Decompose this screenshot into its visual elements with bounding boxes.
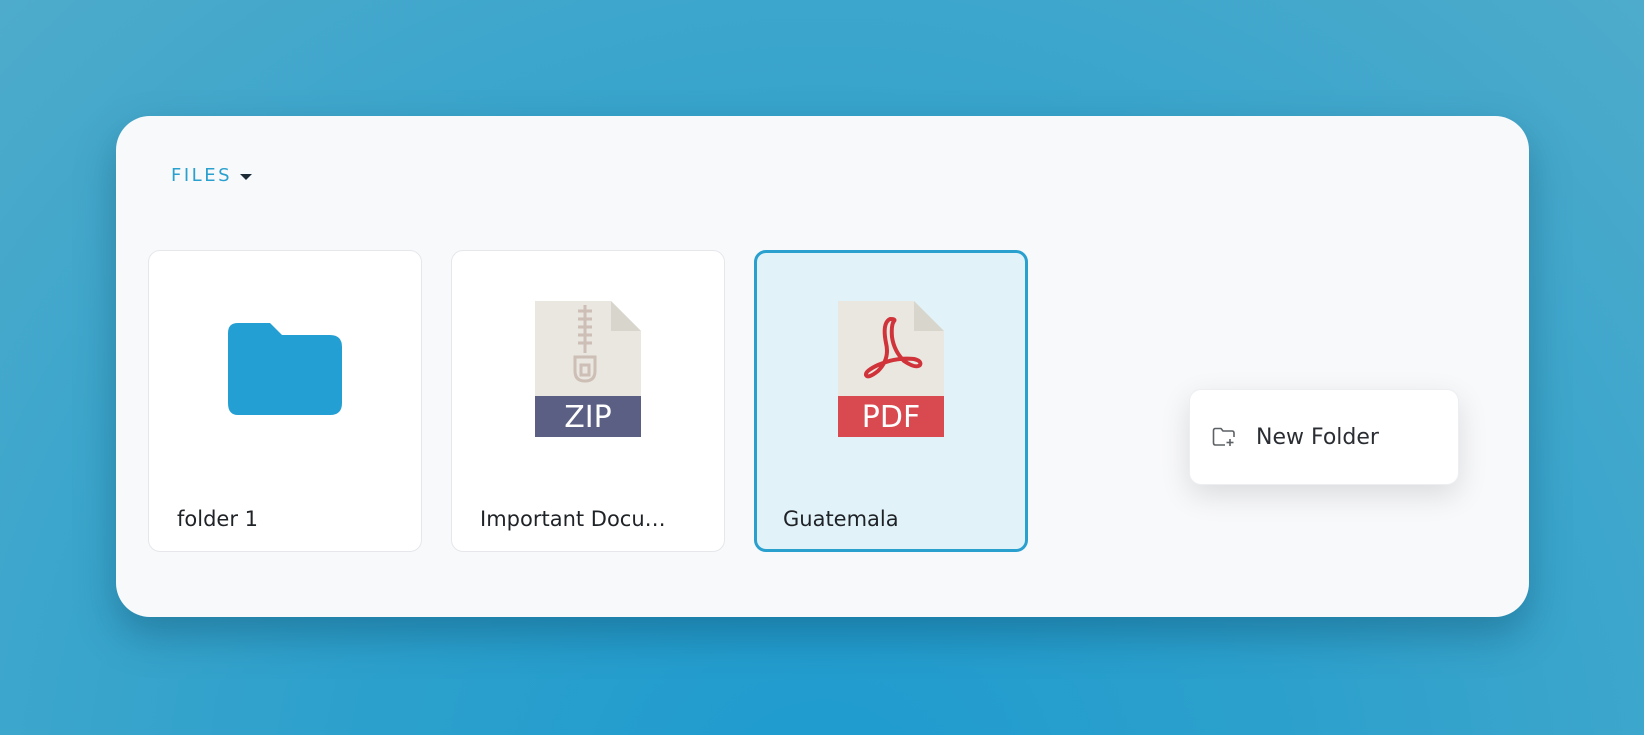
file-name: Important Docu… (480, 507, 666, 531)
files-label: FILES (171, 165, 232, 186)
pdf-file-icon: PDF (838, 301, 944, 437)
context-menu: New Folder (1189, 389, 1459, 485)
folder-icon (228, 323, 342, 415)
file-name: folder 1 (177, 507, 258, 531)
thumbnail (149, 301, 421, 437)
files-panel: FILES folder 1 ZIP Important Docu… PDF G… (116, 116, 1529, 617)
new-folder-menu-item[interactable]: New Folder (1190, 390, 1458, 484)
thumbnail: PDF (757, 301, 1025, 437)
zip-file-icon: ZIP (535, 301, 641, 437)
svg-text:ZIP: ZIP (564, 400, 612, 435)
files-dropdown[interactable]: FILES (171, 165, 252, 186)
file-card-folder[interactable]: folder 1 (148, 250, 422, 552)
file-name: Guatemala (783, 507, 899, 531)
caret-down-icon (240, 173, 252, 180)
svg-text:PDF: PDF (862, 400, 920, 435)
file-card-zip[interactable]: ZIP Important Docu… (451, 250, 725, 552)
file-card-pdf[interactable]: PDF Guatemala (754, 250, 1028, 552)
menu-item-label: New Folder (1256, 424, 1379, 450)
new-folder-icon (1212, 427, 1235, 446)
thumbnail: ZIP (452, 301, 724, 437)
